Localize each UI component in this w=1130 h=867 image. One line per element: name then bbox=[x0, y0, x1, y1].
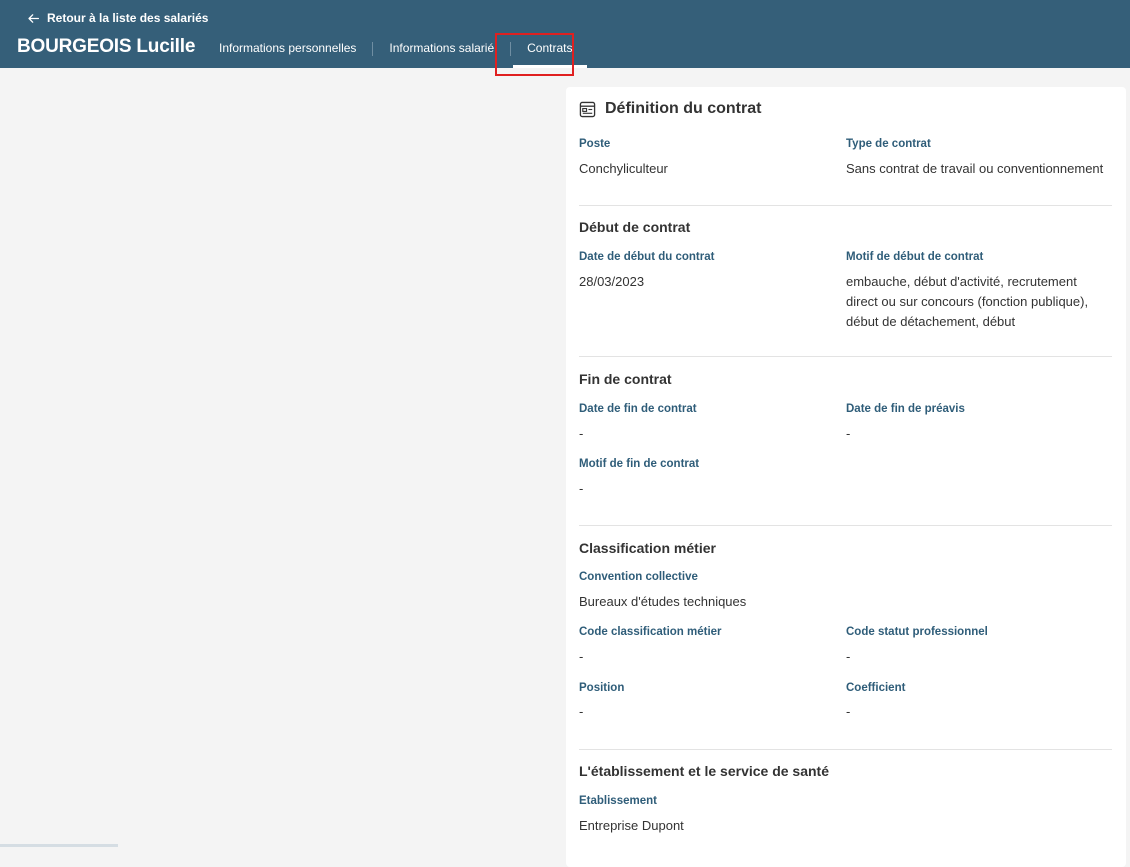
tab-bar: Informations personnelles Informations s… bbox=[203, 34, 589, 68]
card-title: Définition du contrat bbox=[579, 100, 761, 118]
classification-code-label: Code classification métier bbox=[579, 626, 722, 638]
position-label: Position bbox=[579, 682, 624, 694]
tab-informations-personnelles[interactable]: Informations personnelles bbox=[203, 34, 372, 64]
status-code-value: - bbox=[846, 647, 850, 667]
establishment-value: Entreprise Dupont bbox=[579, 816, 684, 836]
coefficient-value: - bbox=[846, 702, 850, 722]
card-title-text: Définition du contrat bbox=[605, 100, 761, 118]
start-date-value: 28/03/2023 bbox=[579, 272, 644, 292]
end-date-value: - bbox=[579, 424, 583, 444]
tab-informations-salarie[interactable]: Informations salarié bbox=[373, 34, 510, 64]
tab-label: Contrats bbox=[527, 41, 572, 55]
section-divider bbox=[579, 525, 1112, 526]
employee-name: BOURGEOIS Lucille bbox=[17, 36, 195, 58]
start-reason-label: Motif de début de contrat bbox=[846, 251, 983, 263]
coefficient-label: Coefficient bbox=[846, 682, 905, 694]
back-link-label: Retour à la liste des salariés bbox=[47, 11, 208, 25]
convention-label: Convention collective bbox=[579, 571, 698, 583]
convention-value: Bureaux d'études techniques bbox=[579, 592, 746, 612]
tab-label: Informations personnelles bbox=[219, 41, 356, 55]
notice-end-date-label: Date de fin de préavis bbox=[846, 403, 965, 415]
section-title-etablissement: L'établissement et le service de santé bbox=[579, 763, 829, 779]
end-reason-value: - bbox=[579, 479, 583, 499]
section-title-fin: Fin de contrat bbox=[579, 371, 672, 387]
contract-type-value: Sans contrat de travail ou conventionnem… bbox=[846, 159, 1103, 179]
section-divider bbox=[579, 749, 1112, 750]
establishment-label: Etablissement bbox=[579, 795, 657, 807]
start-reason-value: embauche, début d'activité, recrutement … bbox=[846, 272, 1106, 332]
section-title-debut: Début de contrat bbox=[579, 219, 690, 235]
notice-end-date-value: - bbox=[846, 424, 850, 444]
section-divider bbox=[579, 356, 1112, 357]
tab-label: Informations salarié bbox=[389, 41, 494, 55]
status-code-label: Code statut professionnel bbox=[846, 626, 988, 638]
end-reason-label: Motif de fin de contrat bbox=[579, 458, 699, 470]
end-date-label: Date de fin de contrat bbox=[579, 403, 697, 415]
start-date-label: Date de début du contrat bbox=[579, 251, 714, 263]
classification-code-value: - bbox=[579, 647, 583, 667]
contract-definition-card: Définition du contrat Poste Conchylicult… bbox=[566, 87, 1126, 867]
top-header: Retour à la liste des salariés BOURGEOIS… bbox=[0, 0, 1130, 68]
contract-icon bbox=[579, 101, 596, 118]
arrow-left-icon bbox=[27, 12, 40, 25]
poste-value: Conchyliculteur bbox=[579, 159, 668, 179]
active-tab-indicator bbox=[513, 65, 586, 68]
tab-contrats[interactable]: Contrats bbox=[511, 34, 588, 64]
section-title-classification: Classification métier bbox=[579, 540, 716, 556]
poste-label: Poste bbox=[579, 138, 610, 150]
contract-type-label: Type de contrat bbox=[846, 138, 931, 150]
position-value: - bbox=[579, 702, 583, 722]
back-to-list-link[interactable]: Retour à la liste des salariés bbox=[27, 9, 208, 27]
section-divider bbox=[579, 205, 1112, 206]
